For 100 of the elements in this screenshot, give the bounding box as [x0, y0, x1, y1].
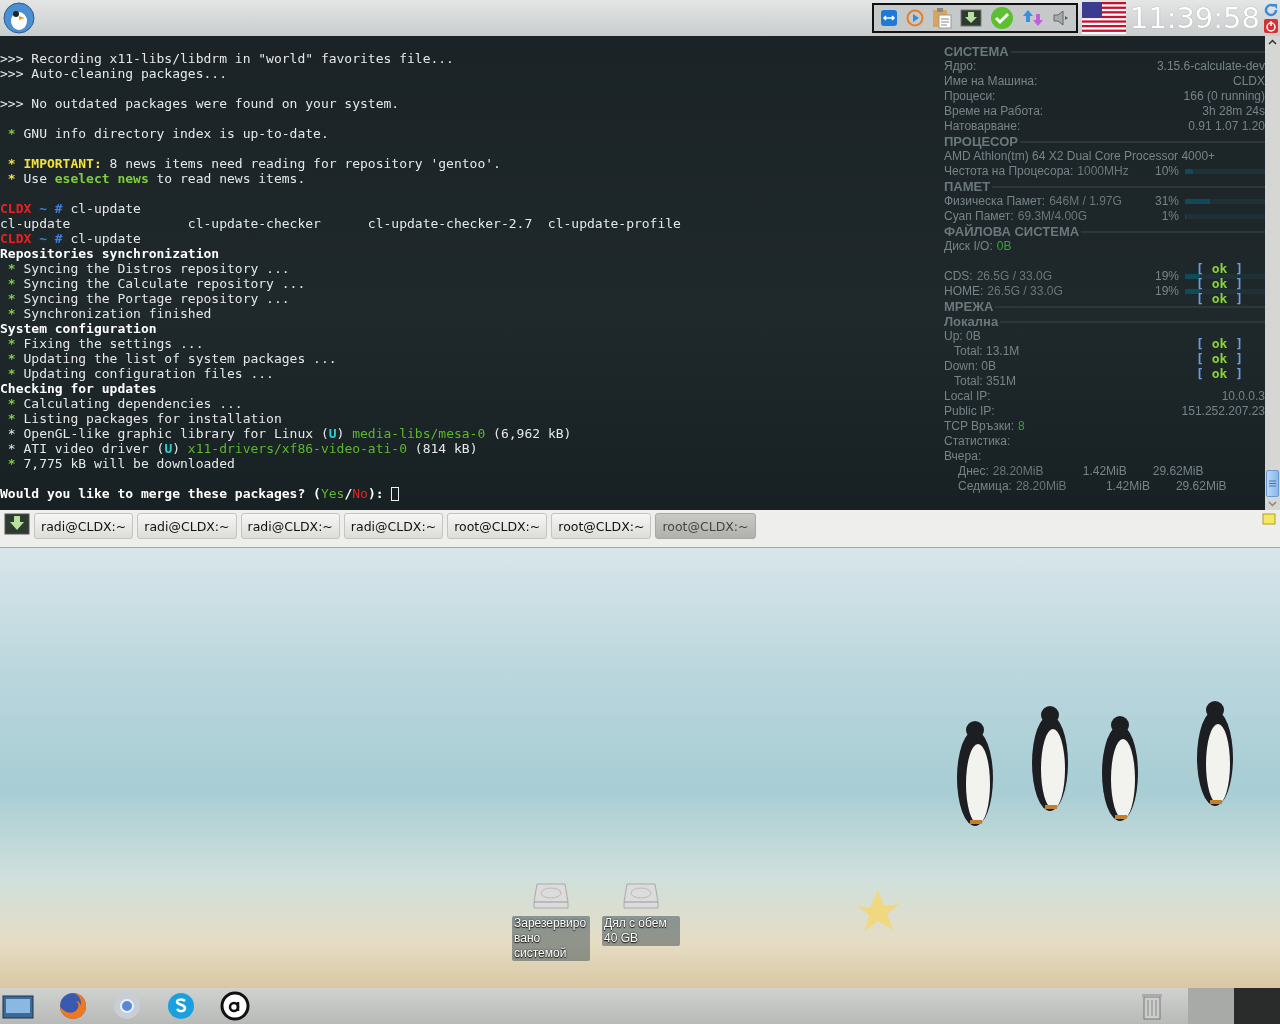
- monitor-label: Честота на Процесора:: [944, 164, 1074, 179]
- status-ok: [ ok ]: [1196, 336, 1243, 351]
- monitor-value: 0B: [996, 239, 1012, 254]
- monitor-label: Public IP:: [944, 404, 995, 419]
- monitor-label: Име на Машина:: [944, 74, 1038, 89]
- monitor-value: 29.62MiB: [1175, 479, 1227, 494]
- media-player-icon[interactable]: [905, 9, 924, 27]
- monitor-text: Вчера:: [944, 449, 982, 464]
- monitor-value: 26.5G / 33.0G: [976, 269, 1053, 284]
- check-icon[interactable]: [989, 6, 1014, 30]
- monitor-heading: Локална: [944, 314, 1265, 329]
- grip-icon: [1269, 480, 1276, 487]
- monitor-label: Down: 0B: [944, 359, 997, 374]
- monitor-value: 28.20MiB: [992, 464, 1045, 479]
- monitor-percent: 1%: [1160, 209, 1179, 224]
- monitor-percent: 19%: [1153, 284, 1179, 299]
- monitor-value: 151.252.207.23: [1181, 404, 1265, 419]
- terminal-line: * 7,775 kB will be downloaded: [6, 456, 235, 471]
- monitor-label: Процеси:: [944, 89, 996, 104]
- status-ok: [ ok ]: [1196, 261, 1243, 276]
- status-ok: [ ok ]: [1196, 351, 1243, 366]
- trash-icon[interactable]: [1140, 991, 1164, 1021]
- terminal-download-icon[interactable]: [959, 9, 982, 27]
- monitor-value: 69.3M/4.00G: [1017, 209, 1088, 224]
- file-manager-icon[interactable]: [2, 993, 34, 1019]
- notes-icon[interactable]: [1262, 513, 1276, 525]
- terminal-line: CLDX ~ # cl-update: [0, 201, 141, 216]
- monitor-percent: 19%: [1153, 269, 1179, 284]
- terminal-icon[interactable]: [4, 513, 30, 535]
- monitor-label: CDS:: [944, 269, 973, 284]
- letter-a-icon[interactable]: [220, 991, 250, 1021]
- terminal-tab[interactable]: radi@CLDX:~: [240, 513, 340, 539]
- monitor-label: TCP Връзки:: [944, 419, 1015, 434]
- scrollbar-thumb[interactable]: [1266, 470, 1279, 497]
- flag-icon[interactable]: [1081, 2, 1126, 34]
- remote-desktop-icon[interactable]: [879, 9, 898, 27]
- terminal-tab[interactable]: root@CLDX:~: [551, 513, 652, 539]
- terminal-line: * ATI video driver (U) x11-drivers/xf86-video-ati-0 (814 kB): [6, 441, 478, 456]
- terminal-line: * Listing packages for installation: [6, 411, 282, 426]
- terminal-line: Would you like to merge these packages? (Yes/No):: [0, 486, 385, 501]
- monitor-heading: ПАМЕТ: [944, 179, 1265, 194]
- monitor-text: AMD Athlon(tm) 64 X2 Dual Core Processor 4000+: [944, 149, 1216, 164]
- terminal-line: * Updating configuration files ...: [6, 366, 274, 381]
- monitor-heading: ПРОЦЕСОР: [944, 134, 1265, 149]
- monitor-value: 3.15.6-calculate-dev: [1156, 59, 1265, 74]
- terminal-line: * GNU info directory index is up-to-date.: [6, 126, 329, 141]
- terminal-line: >>> Recording x11-libs/libdrm in "world" favorites file...: [0, 51, 454, 66]
- monitor-value: 0.91 1.07 1.20: [1188, 119, 1265, 134]
- power-icon[interactable]: [1264, 19, 1278, 33]
- monitor-value: Total: 351M: [954, 374, 1017, 389]
- monitor-value: 646M / 1.97G: [1049, 194, 1122, 209]
- terminal-line: cl-update cl-update-checker cl-update-checker-2.7 cl-update-profile: [0, 216, 681, 231]
- monitor-value: Total: 13.1M: [954, 344, 1020, 359]
- terminal-line: * Syncing the Distros repository ...: [6, 261, 290, 276]
- monitor-value: 166 (0 running): [1183, 89, 1265, 104]
- hard-drive-icon[interactable]: [623, 882, 659, 910]
- menu-icon[interactable]: [2, 1, 36, 35]
- terminal-line: * Syncing the Calculate repository ...: [6, 276, 306, 291]
- terminal-line: * Use eselect news to read news items.: [6, 171, 306, 186]
- monitor-label: Диск I/O:: [944, 239, 993, 254]
- terminal-line: * Synchronization finished: [6, 306, 212, 321]
- terminal-tab[interactable]: root@CLDX:~: [447, 513, 548, 539]
- monitor-heading: СИСТЕМА: [944, 44, 1265, 59]
- clipboard-icon[interactable]: [931, 7, 952, 29]
- hard-drive-icon[interactable]: [533, 882, 569, 910]
- monitor-value: 8: [1018, 419, 1025, 434]
- scrollbar[interactable]: [1265, 36, 1280, 510]
- terminal-line: * IMPORTANT: 8 news items need reading for repository 'gentoo'.: [6, 156, 501, 171]
- monitor-label: Up: 0B: [944, 329, 981, 344]
- terminal-line: * Updating the list of system packages ...: [6, 351, 337, 366]
- terminal-tab[interactable]: root@CLDX:~: [655, 513, 756, 539]
- monitor-value: 29.62MiB: [1152, 464, 1204, 479]
- terminal-tab[interactable]: radi@CLDX:~: [343, 513, 444, 539]
- terminal-line: * Syncing the Portage repository ...: [6, 291, 290, 306]
- monitor-label: Време на Работа:: [944, 104, 1044, 119]
- terminal-tab[interactable]: radi@CLDX:~: [34, 513, 134, 539]
- terminal-line: Repositories synchronization: [0, 246, 220, 261]
- terminal-tab[interactable]: radi@CLDX:~: [137, 513, 237, 539]
- monitor-text: Статистика:: [944, 434, 1011, 449]
- monitor-label: HOME:: [944, 284, 984, 299]
- monitor-label: Седмица:: [958, 479, 1012, 494]
- monitor-label: Физическа Памет:: [944, 194, 1046, 209]
- network-arrows-icon[interactable]: [1021, 8, 1044, 28]
- speaker-icon[interactable]: [1051, 9, 1070, 27]
- monitor-percent: 31%: [1153, 194, 1179, 209]
- terminal-line: >>> Auto-cleaning packages...: [0, 66, 227, 81]
- refresh-icon[interactable]: [1264, 3, 1278, 17]
- status-ok: [ ok ]: [1196, 276, 1243, 291]
- monitor-value: 28.20MiB: [1015, 479, 1068, 494]
- monitor-value: 1.42MiB: [1082, 464, 1128, 479]
- monitor-value: 1000MHz: [1077, 164, 1129, 179]
- monitor-heading: ФАЙЛОВА СИСТЕМА: [944, 224, 1265, 239]
- monitor-value: 26.5G / 33.0G: [987, 284, 1063, 299]
- terminal-line: * Calculating dependencies ...: [6, 396, 243, 411]
- monitor-value: 3h 28m 24s: [1202, 104, 1265, 119]
- monitor-value: 1.42MiB: [1105, 479, 1151, 494]
- terminal-line: * OpenGL-like graphic library for Linux (U) media-libs/mesa-0 (6,962 kB): [6, 426, 572, 441]
- terminal-line: Checking for updates: [0, 381, 157, 396]
- monitor-value: 10.0.0.3: [1221, 389, 1265, 404]
- terminal-line: * Fixing the settings ...: [6, 336, 204, 351]
